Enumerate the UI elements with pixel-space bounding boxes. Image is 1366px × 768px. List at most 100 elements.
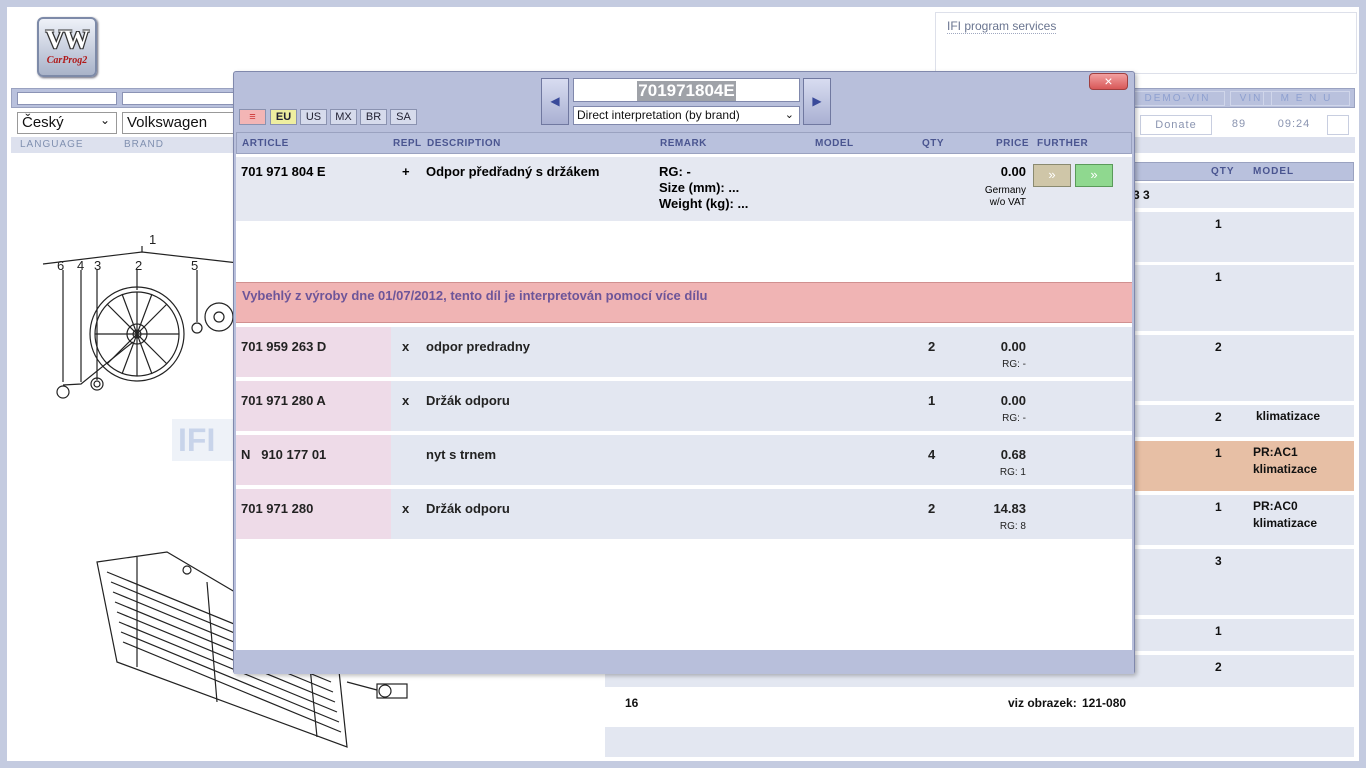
main-price-region: Germany: [984, 185, 1026, 196]
sub-article[interactable]: 701 971 280: [241, 501, 313, 516]
row-qty: 1: [1215, 217, 1222, 231]
row-qty: 2: [1215, 660, 1222, 674]
interpretation-select[interactable]: Direct interpretation (by brand) ⌄: [573, 106, 800, 125]
sub-article[interactable]: 701 959 263 D: [241, 339, 326, 354]
col-repl: REPL: [393, 138, 422, 149]
sub-price: 14.83: [993, 501, 1026, 516]
main-price-vat: w/o VAT: [989, 197, 1026, 208]
brand-label: BRAND: [124, 139, 165, 150]
callout-1: 1: [149, 232, 156, 247]
footer-number: 16: [625, 696, 639, 710]
vw-carprog-logo: VW CarProg2: [37, 17, 97, 77]
main-remark-rg: RG: -: [659, 164, 691, 179]
market-menu-button[interactable]: ≡: [239, 109, 266, 125]
donate-button[interactable]: Donate: [1140, 115, 1212, 135]
language-label: LANGUAGE: [20, 139, 84, 150]
row-model: klimatizace: [1256, 409, 1321, 423]
footer-ref-value[interactable]: 121-080: [1082, 696, 1126, 710]
ifi-watermark: IFI: [172, 419, 242, 461]
qty-header: QTY: [1211, 166, 1235, 177]
col-description: DESCRIPTION: [427, 138, 501, 149]
close-button[interactable]: ×: [1089, 73, 1128, 90]
row-qty: 1: [1215, 624, 1222, 638]
counter: 89: [1231, 118, 1247, 130]
fan-exploded-diagram[interactable]: 1 6 4 3 2 5: [37, 222, 247, 422]
row-qty: 2: [1215, 340, 1222, 354]
sub-repl: x: [402, 339, 410, 354]
logo-main-text: VW: [45, 25, 90, 54]
logo-sub-text: CarProg2: [46, 55, 88, 66]
next-arrow-button[interactable]: ▶: [803, 78, 831, 125]
sub-rg: RG: -: [1002, 413, 1026, 424]
top-input-1[interactable]: [17, 92, 117, 105]
col-model: MODEL: [815, 138, 854, 149]
sub-rg: RG: 8: [999, 521, 1026, 532]
table-row-footer[interactable]: 16 viz obrazek: 121-080: [605, 691, 1354, 723]
list-item[interactable]: 701 971 280 x Držák odporu 2 14.83 RG: 8: [236, 489, 1132, 539]
market-sa-button[interactable]: SA: [390, 109, 417, 125]
sub-article[interactable]: 701 971 280 A: [241, 393, 326, 408]
dialog-footer: [234, 652, 1134, 674]
callout-4: 4: [77, 258, 84, 273]
sub-rg: RG: -: [1002, 359, 1026, 370]
row-qty: 3: [1215, 554, 1222, 568]
market-br-button[interactable]: BR: [360, 109, 387, 125]
sub-repl: x: [402, 393, 410, 408]
search-value: 701971804E: [637, 81, 736, 101]
article-detail-dialog: × ≡ EU US MX BR SA ◀ 701971804E Direct i…: [233, 71, 1135, 674]
col-remark: REMARK: [660, 138, 707, 149]
menu-button[interactable]: M E N U: [1263, 91, 1350, 106]
list-item[interactable]: N 910 177 01 nyt s trnem 4 0.68 RG: 1: [236, 435, 1132, 485]
right-small-box[interactable]: [1327, 115, 1349, 135]
sub-article[interactable]: N 910 177 01: [241, 447, 326, 462]
main-part-row[interactable]: 701 971 804 E + Odpor předřadný s držáke…: [236, 157, 1132, 221]
row-qty: 1: [1215, 270, 1222, 284]
market-mx-button[interactable]: MX: [330, 109, 357, 125]
services-link[interactable]: IFI program services: [947, 19, 1057, 34]
row-model: PR:AC0 klimatizace: [1253, 499, 1318, 530]
parts-table-header: ARTICLE REPL DESCRIPTION REMARK MODEL QT…: [236, 132, 1132, 154]
main-description: Odpor předřadný s držákem: [426, 164, 600, 179]
parts-table-header: QTY MODEL: [1132, 162, 1354, 181]
callout-5: 5: [191, 258, 198, 273]
market-eu-button[interactable]: EU: [270, 109, 297, 125]
language-value: Český: [22, 114, 64, 131]
prev-arrow-button[interactable]: ◀: [541, 78, 569, 125]
list-item[interactable]: 701 971 280 A x Držák odporu 1 0.00 RG: …: [236, 381, 1132, 431]
services-panel: IFI program services: [935, 12, 1357, 74]
sub-description: Držák odporu: [426, 501, 510, 516]
list-item[interactable]: 701 959 263 D x odpor predradny 2 0.00 R…: [236, 327, 1132, 377]
sub-description: Držák odporu: [426, 393, 510, 408]
row-qty: 1: [1215, 500, 1222, 514]
sub-description: odpor predradny: [426, 339, 531, 354]
partial-text: 3 3: [1133, 188, 1150, 202]
main-remark-size: Size (mm): ...: [659, 180, 740, 195]
chevron-down-icon: ⌄: [784, 109, 794, 121]
article-search-input[interactable]: 701971804E: [573, 78, 800, 102]
row-qty: 2: [1215, 410, 1222, 424]
top-input-2[interactable]: [122, 92, 234, 105]
sub-price: 0.00: [1000, 339, 1026, 354]
callout-2: 2: [135, 258, 142, 273]
main-repl: +: [402, 164, 410, 179]
interpretation-value: Direct interpretation (by brand): [577, 108, 740, 122]
main-remark-weight: Weight (kg): ...: [659, 196, 749, 211]
language-select[interactable]: Český ⌄: [17, 112, 117, 134]
further-button-2[interactable]: »: [1075, 164, 1113, 187]
brand-select[interactable]: Volkswagen: [122, 112, 234, 134]
demo-vin-button[interactable]: DEMO-VIN: [1130, 91, 1225, 106]
table-row[interactable]: [605, 727, 1354, 757]
sub-price: 0.00: [1000, 393, 1026, 408]
callout-3: 3: [94, 258, 101, 273]
sub-description: nyt s trnem: [426, 447, 497, 462]
further-button-1[interactable]: »: [1033, 164, 1071, 187]
chevron-down-icon: ⌄: [99, 113, 110, 127]
row-qty: 1: [1215, 446, 1222, 460]
dialog-content: ARTICLE REPL DESCRIPTION REMARK MODEL QT…: [236, 132, 1132, 650]
callout-6: 6: [57, 258, 64, 273]
col-qty: QTY: [922, 138, 945, 149]
sub-price: 0.68: [1000, 447, 1026, 462]
row-model: PR:AC1 klimatizace: [1253, 445, 1318, 476]
market-us-button[interactable]: US: [300, 109, 327, 125]
footer-ref-label: viz obrazek:: [1008, 696, 1077, 710]
